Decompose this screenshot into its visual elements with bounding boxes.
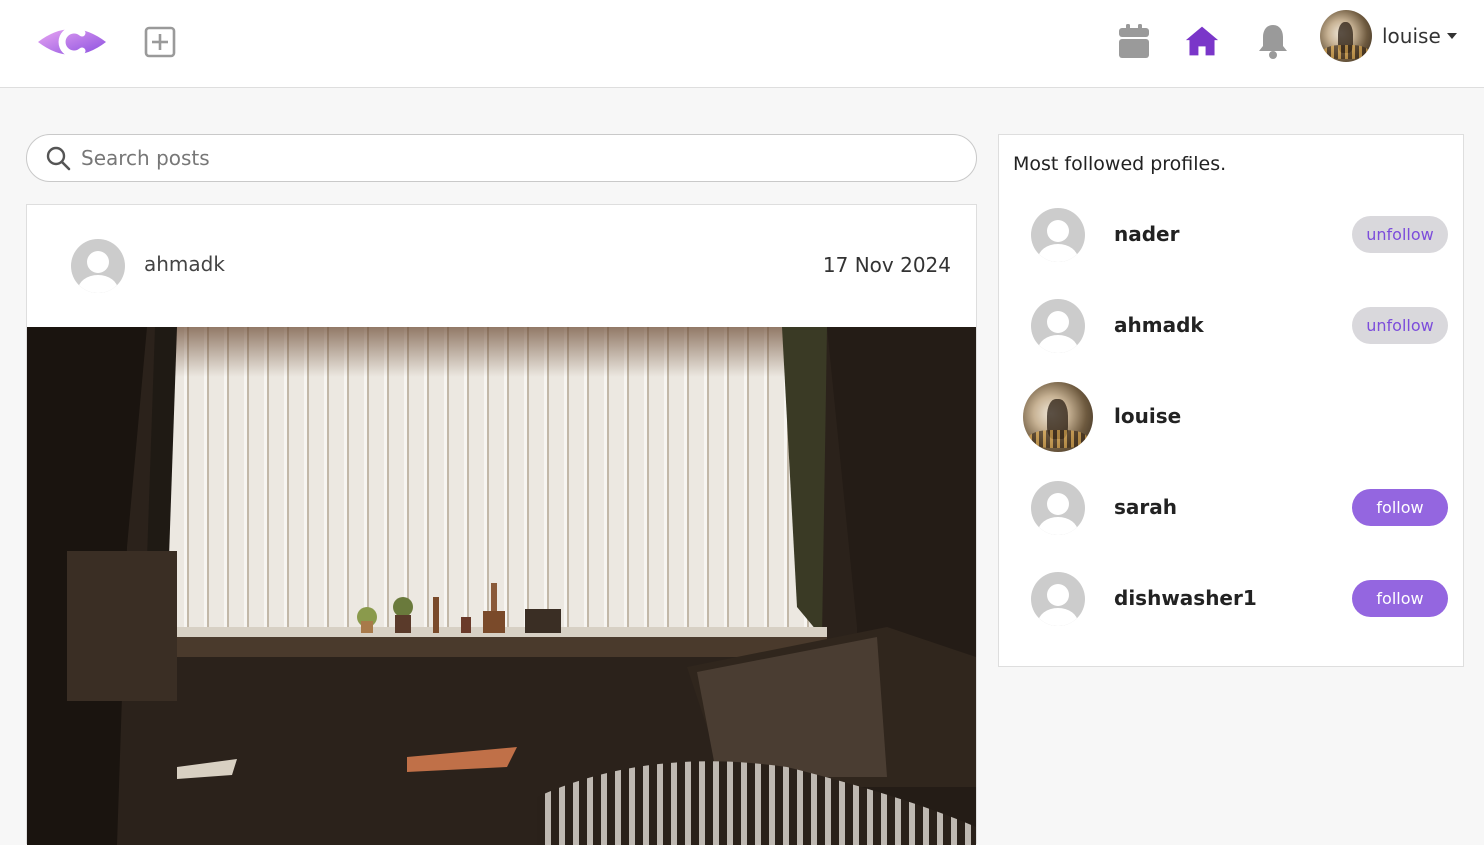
app-logo-icon[interactable] [36, 22, 108, 62]
profile-row: louise [999, 382, 1463, 452]
search-bar [26, 134, 977, 182]
profile-row: dishwasher1 follow [999, 564, 1463, 634]
sidebar-title: Most followed profiles. [1013, 153, 1227, 175]
search-input[interactable] [79, 145, 943, 171]
profile-avatar[interactable] [1031, 481, 1085, 535]
profile-name[interactable]: ahmadk [1114, 313, 1204, 337]
post-author-avatar[interactable] [71, 239, 125, 293]
unfollow-button[interactable]: unfollow [1352, 307, 1448, 344]
post-card: ahmadk 17 Nov 2024 [26, 204, 977, 845]
user-menu[interactable]: louise [1320, 10, 1457, 62]
profile-avatar[interactable] [1031, 299, 1085, 353]
calendar-icon[interactable] [1117, 22, 1151, 60]
follow-button[interactable]: follow [1352, 580, 1448, 617]
profile-name[interactable]: sarah [1114, 495, 1177, 519]
post-image[interactable] [27, 327, 976, 845]
user-name: louise [1382, 24, 1441, 48]
caret-down-icon [1446, 33, 1457, 39]
profile-row: ahmadk unfollow [999, 291, 1463, 361]
search-icon [46, 146, 71, 171]
post-header: ahmadk 17 Nov 2024 [27, 205, 976, 327]
add-post-icon[interactable] [144, 26, 176, 58]
top-navbar: louise [0, 0, 1484, 88]
profile-row: sarah follow [999, 473, 1463, 543]
profile-avatar[interactable] [1023, 382, 1093, 452]
home-icon[interactable] [1185, 22, 1219, 60]
unfollow-button[interactable]: unfollow [1352, 216, 1448, 253]
profile-name[interactable]: louise [1114, 404, 1181, 428]
most-followed-panel: Most followed profiles. nader unfollow a… [998, 134, 1464, 667]
profile-name[interactable]: nader [1114, 222, 1179, 246]
follow-button[interactable]: follow [1352, 489, 1448, 526]
profile-avatar[interactable] [1031, 572, 1085, 626]
profile-name[interactable]: dishwasher1 [1114, 586, 1257, 610]
bell-icon[interactable] [1256, 22, 1290, 60]
profile-row: nader unfollow [999, 200, 1463, 270]
profile-avatar[interactable] [1031, 208, 1085, 262]
post-date: 17 Nov 2024 [822, 253, 951, 277]
avatar [1320, 10, 1372, 62]
post-author-name[interactable]: ahmadk [144, 252, 225, 276]
